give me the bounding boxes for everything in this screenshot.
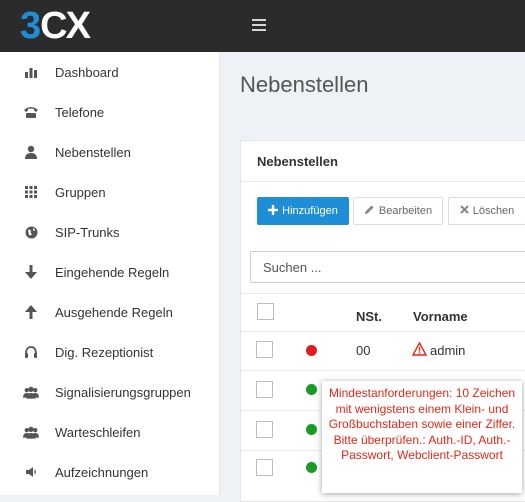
menu-toggle-icon[interactable]: [252, 19, 266, 31]
row-checkbox[interactable]: [256, 421, 273, 438]
user-icon: [23, 144, 39, 160]
divider: [241, 181, 525, 182]
column-header-first-name[interactable]: Vorname: [413, 309, 468, 324]
sidebar-item-label: Ausgehende Regeln: [55, 304, 173, 320]
row-checkbox[interactable]: [256, 459, 273, 476]
top-bar: 3 CX: [0, 0, 525, 52]
edit-button-label: Bearbeiten: [378, 205, 433, 217]
sidebar-item-label: Gruppen: [55, 184, 106, 200]
edit-button[interactable]: Bearbeiten: [353, 197, 443, 225]
phone-icon: [23, 104, 39, 120]
globe-icon: [23, 224, 39, 240]
ext-number: 00: [356, 343, 371, 358]
sidebar-item-dig-rezeptionist[interactable]: Dig. Rezeptionist: [0, 332, 219, 372]
arrow-up-icon: [23, 304, 39, 320]
status-dot-online: [306, 384, 317, 395]
status-dot-online: [306, 424, 317, 435]
users-icon: [23, 424, 39, 440]
sidebar: Dashboard Telefone Nebenstellen Gruppen …: [0, 52, 220, 495]
sidebar-item-label: Dashboard: [55, 64, 119, 80]
plus-icon: [268, 204, 279, 218]
status-dot-online: [306, 462, 317, 473]
divider: [241, 293, 525, 294]
sidebar-item-dashboard[interactable]: Dashboard: [0, 52, 219, 92]
first-name: admin: [430, 343, 466, 358]
pencil-icon: [364, 204, 375, 218]
sidebar-item-label: Aufzeichnungen: [55, 464, 149, 480]
headset-icon: [23, 344, 39, 360]
sidebar-item-label: SIP-Trunks: [55, 224, 120, 240]
sidebar-item-telefone[interactable]: Telefone: [0, 92, 219, 132]
delete-button-label: Löschen: [472, 205, 515, 217]
select-all-checkbox[interactable]: [257, 303, 274, 320]
search-input[interactable]: [250, 251, 525, 283]
add-button-label: Hinzufügen: [282, 205, 338, 217]
warning-icon: [411, 341, 428, 361]
panel-title: Nebenstellen: [257, 154, 338, 169]
volume-icon: [23, 464, 39, 480]
logo-text: CX: [40, 5, 91, 47]
grid-icon: [23, 184, 39, 200]
sidebar-item-gruppen[interactable]: Gruppen: [0, 172, 219, 212]
sidebar-item-sip-trunks[interactable]: SIP-Trunks: [0, 212, 219, 252]
status-dot-offline: [306, 345, 317, 356]
add-button[interactable]: Hinzufügen: [257, 197, 349, 225]
row-checkbox[interactable]: [256, 381, 273, 398]
sidebar-item-eingehende-regeln[interactable]: Eingehende Regeln: [0, 252, 219, 292]
logo-mark: 3: [20, 5, 41, 47]
row-checkbox[interactable]: [256, 341, 273, 358]
sidebar-item-ausgehende-regeln[interactable]: Ausgehende Regeln: [0, 292, 219, 332]
column-header-ext[interactable]: NSt.: [356, 309, 382, 324]
sidebar-item-signalisierungsgruppen[interactable]: Signalisierungsgruppen: [0, 372, 219, 412]
sidebar-item-label: Eingehende Regeln: [55, 264, 170, 280]
page-title: Nebenstellen: [240, 72, 369, 97]
password-requirements-tooltip: Mindestanforderungen: 10 Zeichen mit wen…: [322, 381, 522, 493]
sidebar-item-aufzeichnungen[interactable]: Aufzeichnungen: [0, 452, 219, 492]
arrow-down-icon: [23, 264, 39, 280]
sidebar-item-label: Warteschleifen: [55, 424, 141, 440]
sidebar-item-label: Dig. Rezeptionist: [55, 344, 154, 360]
sidebar-item-nebenstellen[interactable]: Nebenstellen: [0, 132, 219, 172]
sidebar-item-label: Nebenstellen: [55, 144, 131, 160]
table-row[interactable]: 00 admin: [240, 331, 525, 369]
users-icon: [23, 384, 39, 400]
sidebar-item-label: Telefone: [55, 104, 105, 120]
3cx-logo[interactable]: 3 CX: [20, 5, 91, 47]
sidebar-item-label: Signalisierungsgruppen: [55, 384, 191, 400]
sidebar-item-warteschleifen[interactable]: Warteschleifen: [0, 412, 219, 452]
close-icon: [459, 205, 469, 217]
bar-chart-icon: [23, 64, 39, 80]
delete-button[interactable]: Löschen: [448, 197, 525, 225]
